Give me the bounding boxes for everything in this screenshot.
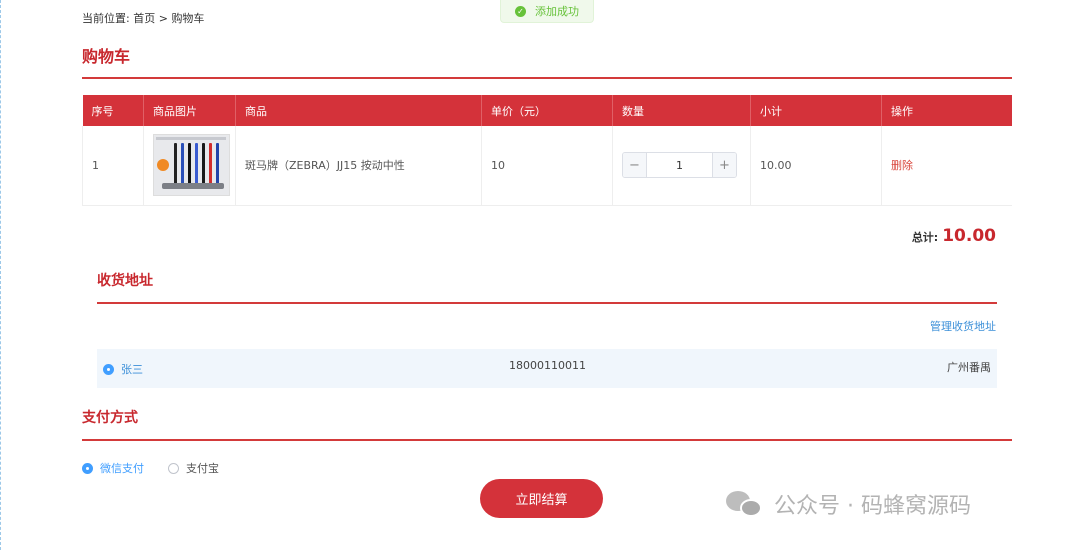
toast-message: 添加成功	[535, 5, 579, 18]
quantity-stepper: − +	[622, 152, 737, 179]
breadcrumb-separator: >	[158, 12, 168, 25]
breadcrumb-home-link[interactable]: 首页	[133, 12, 155, 25]
row-product-name: 斑马牌（ZEBRA）JJ15 按动中性	[235, 126, 482, 206]
address-name: 张三	[121, 363, 143, 376]
manage-address-link[interactable]: 管理收货地址	[930, 318, 996, 334]
alipay-label: 支付宝	[186, 462, 219, 475]
watermark: 公众号 · 码蜂窝源码	[726, 488, 971, 520]
left-guide-line	[0, 0, 2, 550]
wechat-radio[interactable]	[82, 462, 93, 474]
address-radio[interactable]	[103, 363, 114, 375]
row-index: 1	[82, 126, 144, 206]
address-phone: 18000110011	[509, 359, 586, 372]
cart-table: 序号 商品图片 商品 单价（元） 数量 小计 操作 1 斑马牌（ZEBRA）JJ…	[82, 95, 1012, 206]
payment-option-wechat[interactable]: 微信支付	[82, 460, 144, 476]
watermark-text: 公众号 · 码蜂窝源码	[774, 494, 971, 519]
row-price: 10	[481, 126, 613, 206]
cart-title: 购物车	[82, 47, 131, 66]
address-option[interactable]: 张三 18000110011 广州番禺	[97, 349, 997, 388]
breadcrumb: 当前位置: 首页 > 购物车	[82, 10, 204, 26]
check-circle-icon: ✓	[515, 5, 526, 17]
quantity-increase-button[interactable]: +	[712, 153, 736, 178]
total-label: 总计:	[911, 231, 939, 244]
row-subtotal: 10.00	[750, 126, 882, 206]
alipay-radio[interactable]	[168, 462, 179, 474]
col-subtotal: 小计	[750, 95, 882, 126]
payment-options: 微信支付 支付宝	[82, 460, 243, 476]
address-city: 广州番禺	[947, 361, 991, 374]
payment-title-divider	[82, 439, 1012, 441]
col-image: 商品图片	[143, 95, 236, 126]
col-action: 操作	[881, 95, 1012, 126]
checkout-button[interactable]: 立即结算	[480, 479, 603, 518]
row-quantity-cell: − +	[612, 126, 751, 206]
cart-title-divider	[82, 77, 1012, 79]
breadcrumb-prefix: 当前位置:	[82, 12, 130, 25]
cart-total: 总计: 10.00	[912, 226, 996, 246]
product-image[interactable]	[153, 134, 230, 197]
address-name-group: 张三	[103, 361, 143, 377]
quantity-decrease-button[interactable]: −	[623, 153, 647, 178]
address-title: 收货地址	[97, 273, 153, 289]
wechat-logo-icon	[726, 489, 764, 519]
payment-option-alipay[interactable]: 支付宝	[168, 460, 219, 476]
row-action-cell: 删除	[881, 126, 1012, 206]
breadcrumb-current: 购物车	[171, 12, 205, 25]
wechat-label: 微信支付	[100, 462, 144, 475]
col-price: 单价（元）	[481, 95, 613, 126]
col-index: 序号	[82, 95, 144, 126]
table-row: 1 斑马牌（ZEBRA）JJ15 按动中性 10 − 1 + 10.00 删除	[82, 126, 1012, 206]
row-image-cell	[143, 126, 236, 206]
success-toast: ✓ 添加成功	[500, 0, 594, 23]
col-quantity: 数量	[612, 95, 751, 126]
delete-link[interactable]: 删除	[891, 159, 913, 172]
col-product: 商品	[235, 95, 482, 126]
address-title-divider	[97, 302, 997, 304]
quantity-input[interactable]	[647, 153, 712, 178]
total-value: 10.00	[942, 226, 996, 246]
payment-title: 支付方式	[82, 410, 138, 426]
cart-table-header: 序号 商品图片 商品 单价（元） 数量 小计 操作	[82, 95, 1012, 126]
